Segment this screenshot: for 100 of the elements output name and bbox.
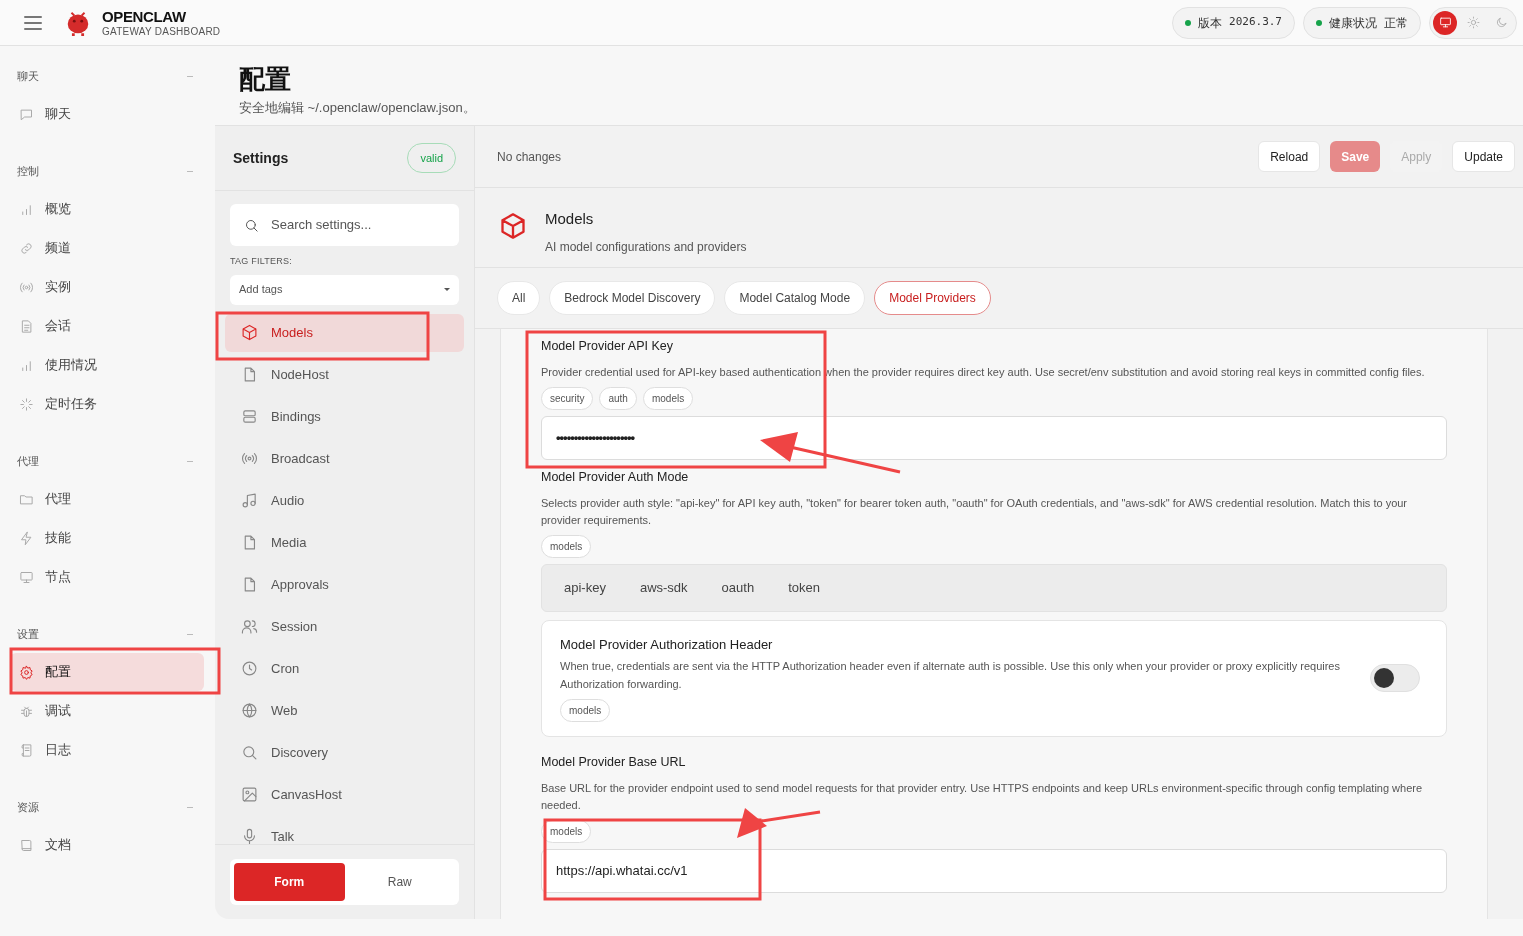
nav-item[interactable]: 定时任务: [10, 385, 201, 423]
section-description: AI model configurations and providers: [545, 238, 747, 256]
book-icon: [19, 837, 34, 853]
status-value: 正常: [1384, 14, 1408, 32]
page-subtitle: 安全地编辑 ~/.openclaw/openclaw.json。: [239, 99, 477, 117]
mode-tab[interactable]: Form: [234, 863, 345, 901]
settings-section-item[interactable]: Broadcast: [225, 439, 464, 478]
toggle-switch[interactable]: [1370, 664, 1420, 693]
nav-item[interactable]: 频道: [10, 229, 201, 267]
nav-item[interactable]: 技能: [10, 519, 201, 557]
status-label: 健康状况: [1329, 14, 1377, 32]
status-text: No changes: [497, 148, 562, 166]
tag-chip: auth: [599, 386, 637, 410]
field-label: Model Provider Authorization Header: [560, 635, 774, 654]
nav-item[interactable]: 日志: [10, 731, 201, 769]
nav-item[interactable]: 节点: [10, 558, 201, 596]
tag-filters-label: TAG FILTERS:: [230, 255, 293, 268]
music-icon: [241, 492, 258, 509]
caret-icon: [444, 288, 450, 291]
settings-title: Settings: [233, 148, 289, 168]
segment-option[interactable]: oauth: [705, 569, 771, 606]
scroll-icon: [19, 742, 34, 758]
settings-section-item[interactable]: Models: [225, 313, 464, 352]
moon-icon: [1494, 16, 1508, 29]
settings-section-item[interactable]: Discovery: [225, 733, 464, 772]
settings-section-item[interactable]: Bindings: [225, 397, 464, 436]
nav-item[interactable]: 聊天: [10, 95, 201, 133]
microphone-icon: [241, 828, 258, 844]
dropdown-placeholder: Add tags: [239, 282, 283, 298]
tag-chip: security: [541, 386, 594, 410]
settings-section-item[interactable]: NodeHost: [225, 355, 464, 394]
menu-button[interactable]: [24, 15, 42, 30]
tag-chip: models: [642, 386, 694, 410]
tags-dropdown[interactable]: Add tags: [230, 274, 459, 305]
segment-option[interactable]: aws-sdk: [623, 569, 704, 606]
bug-icon: [19, 703, 34, 719]
nav-item[interactable]: 配置: [10, 653, 204, 691]
status-label: 版本: [1198, 14, 1222, 32]
search-icon: [244, 217, 259, 233]
theme-button[interactable]: [1433, 10, 1457, 35]
field-description: Selects provider auth style: "api-key" for API key auth, "token" for bearer token auth, "oauth" for OAuth credentials, and "aws-sdk" for AWS credential resolution. Match this to your provider requirements.: [541, 495, 1409, 528]
cube-icon: [499, 212, 527, 240]
nav-item[interactable]: 调试: [10, 692, 201, 730]
globe-icon: [241, 702, 258, 719]
settings-section-item[interactable]: Audio: [225, 481, 464, 520]
image-icon: [241, 786, 258, 803]
cube-icon: [241, 324, 258, 341]
filter-tab[interactable]: Model Providers: [874, 281, 991, 315]
settings-section-item[interactable]: Cron: [225, 649, 464, 688]
nav-item[interactable]: 代理: [10, 480, 201, 518]
settings-section-item[interactable]: Web: [225, 691, 464, 730]
field-label: Model Provider Auth Mode: [541, 468, 690, 486]
settings-section-item[interactable]: Media: [225, 523, 464, 562]
nav-item[interactable]: 使用情况: [10, 346, 201, 384]
monitor-icon: [1438, 16, 1452, 29]
field-description: Base URL for the provider endpoint used to send model requests for that provider entry. Use HTTPS endpoints and keep URLs environment-specific through config templating where needed.: [541, 780, 1424, 813]
input-field[interactable]: https://api.whatai.cc/v1: [541, 848, 1447, 893]
field-label: Model Provider Base URL: [541, 754, 687, 771]
toolbar-button[interactable]: Update: [1452, 141, 1515, 172]
search-placeholder: Search settings...: [271, 216, 373, 235]
filter-tab[interactable]: All: [497, 281, 541, 315]
sun-icon: [1466, 16, 1480, 29]
nav-item[interactable]: 会话: [10, 307, 201, 345]
loader-icon: [19, 396, 34, 412]
segment-option[interactable]: token: [772, 569, 836, 606]
nav-section-title: 聊天: [17, 68, 39, 84]
filter-tab[interactable]: Bedrock Model Discovery: [549, 281, 716, 315]
monitor-icon: [19, 569, 34, 585]
password-field[interactable]: ••••••••••••••••••••••: [541, 415, 1447, 460]
users-icon: [241, 618, 258, 635]
field-description: When true, credentials are sent via the HTTP Authorization header even if alternate auth is possible. Use this only when your provider or proxy explicitly requires Authorization forwarding.: [560, 659, 1340, 692]
nav-item[interactable]: 文档: [10, 826, 201, 864]
field-label: Model Provider API Key: [541, 338, 674, 355]
nav-item[interactable]: 概览: [10, 190, 201, 228]
nav-section-title: 设置: [17, 626, 39, 642]
settings-icon: [19, 664, 34, 680]
toolbar-button[interactable]: Reload: [1258, 141, 1321, 172]
filter-tab[interactable]: Model Catalog Mode: [724, 281, 866, 315]
nav-item[interactable]: 实例: [10, 268, 201, 306]
status-value: 2026.3.7: [1229, 14, 1282, 31]
tag-chip: models: [560, 699, 611, 722]
search-icon: [241, 744, 258, 761]
chat-icon: [19, 106, 34, 122]
settings-section-item[interactable]: Session: [225, 607, 464, 646]
nav-section-title: 代理: [17, 453, 39, 469]
brand-name: OPENCLAW: [102, 8, 187, 24]
settings-section-item[interactable]: CanvasHost: [225, 775, 464, 814]
settings-section-item[interactable]: Talk: [225, 817, 464, 844]
page-title: 配置: [239, 63, 292, 96]
nav-section-title: 控制: [17, 163, 39, 179]
document-icon: [19, 318, 34, 334]
tag-chip: models: [541, 534, 592, 558]
mode-tab[interactable]: Raw: [344, 863, 455, 901]
rows-icon: [241, 408, 258, 425]
lightning-icon: [19, 530, 34, 546]
settings-section-item[interactable]: Approvals: [225, 565, 464, 604]
broadcast-icon: [241, 450, 258, 467]
segment-option[interactable]: api-key: [548, 569, 622, 606]
search-field[interactable]: Search settings...: [230, 204, 459, 246]
link-icon: [19, 240, 34, 256]
